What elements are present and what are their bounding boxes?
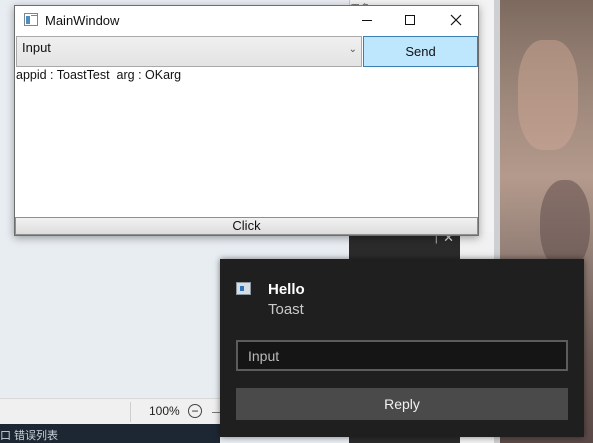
maximize-icon [405,15,415,25]
taskbar-text[interactable]: 口 错误列表 [0,427,58,443]
window-title: MainWindow [45,13,120,28]
main-window: MainWindow Input ⌄ Send appid : ToastTes… [14,5,479,236]
title-bar[interactable]: MainWindow [15,6,478,36]
send-button[interactable]: Send [363,36,478,67]
wallpaper-shape [518,40,578,150]
maximize-button[interactable] [387,6,433,36]
close-icon [450,14,462,26]
toast-reply-input[interactable] [236,340,568,371]
output-textarea[interactable]: appid : ToastTest arg : OKarg [16,67,477,217]
close-button[interactable] [433,6,479,36]
toast-app-icon [236,282,251,295]
zoom-slider[interactable] [212,412,220,413]
toast-body: Toast [268,301,304,318]
toast-notification[interactable]: Hello Toast Reply [220,259,584,437]
window-app-icon [24,13,38,26]
zoom-level[interactable]: 100% [149,404,180,418]
click-button[interactable]: Click [15,217,478,235]
wallpaper-shape [540,180,590,270]
toast-title: Hello [268,281,305,298]
status-separator [130,402,131,422]
minimize-button[interactable] [344,6,390,36]
output-line: appid : ToastTest arg : OKarg [16,68,182,82]
input-combobox-value: Input [22,40,51,55]
reply-button[interactable]: Reply [236,388,568,420]
minimize-icon [362,20,372,21]
chevron-down-icon[interactable]: ⌄ [349,44,357,55]
zoom-out-icon[interactable]: − [188,404,202,418]
input-combobox[interactable]: Input ⌄ [16,36,362,67]
taskbar: 口 错误列表 [0,424,220,443]
